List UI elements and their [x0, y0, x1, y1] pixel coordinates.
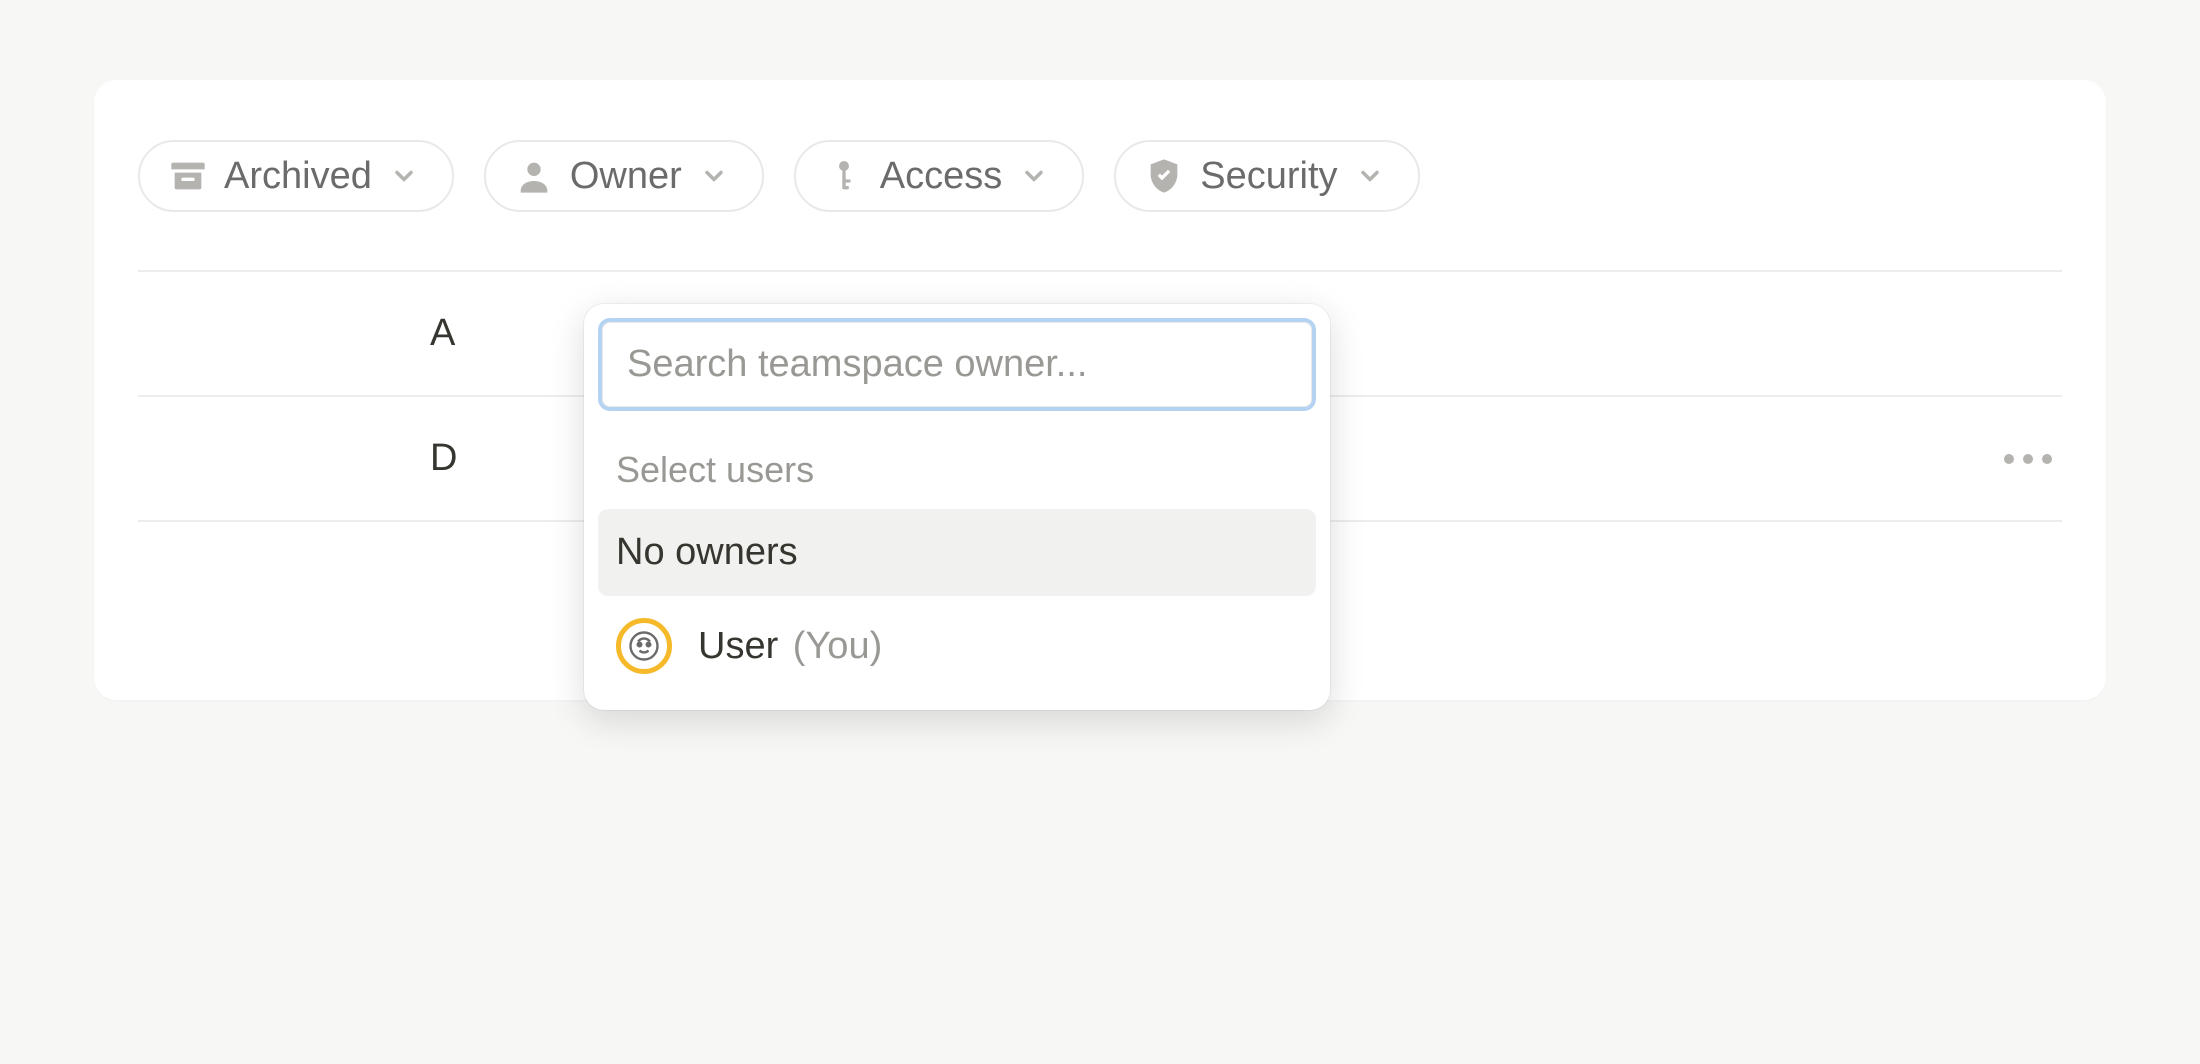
owner-option-you-suffix: (You) [793, 625, 882, 667]
list-item-label: A [138, 312, 455, 355]
filter-row: Archived Owner Access [138, 140, 2062, 212]
filter-security[interactable]: Security [1114, 140, 1419, 212]
dropdown-section-label: Select users [598, 411, 1316, 509]
filter-owner[interactable]: Owner [484, 140, 764, 212]
ellipsis-icon [2004, 454, 2014, 464]
filter-security-label: Security [1200, 157, 1337, 195]
owner-filter-dropdown: Select users No owners User (You) [584, 304, 1330, 710]
owner-option-no-owners[interactable]: No owners [598, 509, 1316, 596]
person-icon [514, 156, 554, 196]
owner-option-current-user[interactable]: User (You) [598, 596, 1316, 696]
filter-owner-label: Owner [570, 157, 682, 195]
key-icon [824, 156, 864, 196]
more-actions-button[interactable] [2004, 454, 2062, 464]
owner-option-name: User [698, 625, 778, 667]
filter-access[interactable]: Access [794, 140, 1084, 212]
owner-option-label: No owners [616, 531, 798, 574]
filter-archived[interactable]: Archived [138, 140, 454, 212]
chevron-down-icon [390, 162, 418, 190]
ellipsis-icon [2023, 454, 2033, 464]
owner-search-input[interactable] [627, 343, 1287, 386]
search-focus-ring [598, 318, 1316, 411]
chevron-down-icon [1020, 162, 1048, 190]
filter-archived-label: Archived [224, 157, 372, 195]
archive-icon [168, 156, 208, 196]
shield-check-icon [1144, 156, 1184, 196]
avatar [616, 618, 672, 674]
chevron-down-icon [700, 162, 728, 190]
ellipsis-icon [2042, 454, 2052, 464]
list-item-label: D [138, 437, 457, 480]
content-card: Archived Owner Access [94, 80, 2106, 700]
filter-access-label: Access [880, 157, 1002, 195]
chevron-down-icon [1356, 162, 1384, 190]
search-input-wrapper [602, 322, 1312, 407]
